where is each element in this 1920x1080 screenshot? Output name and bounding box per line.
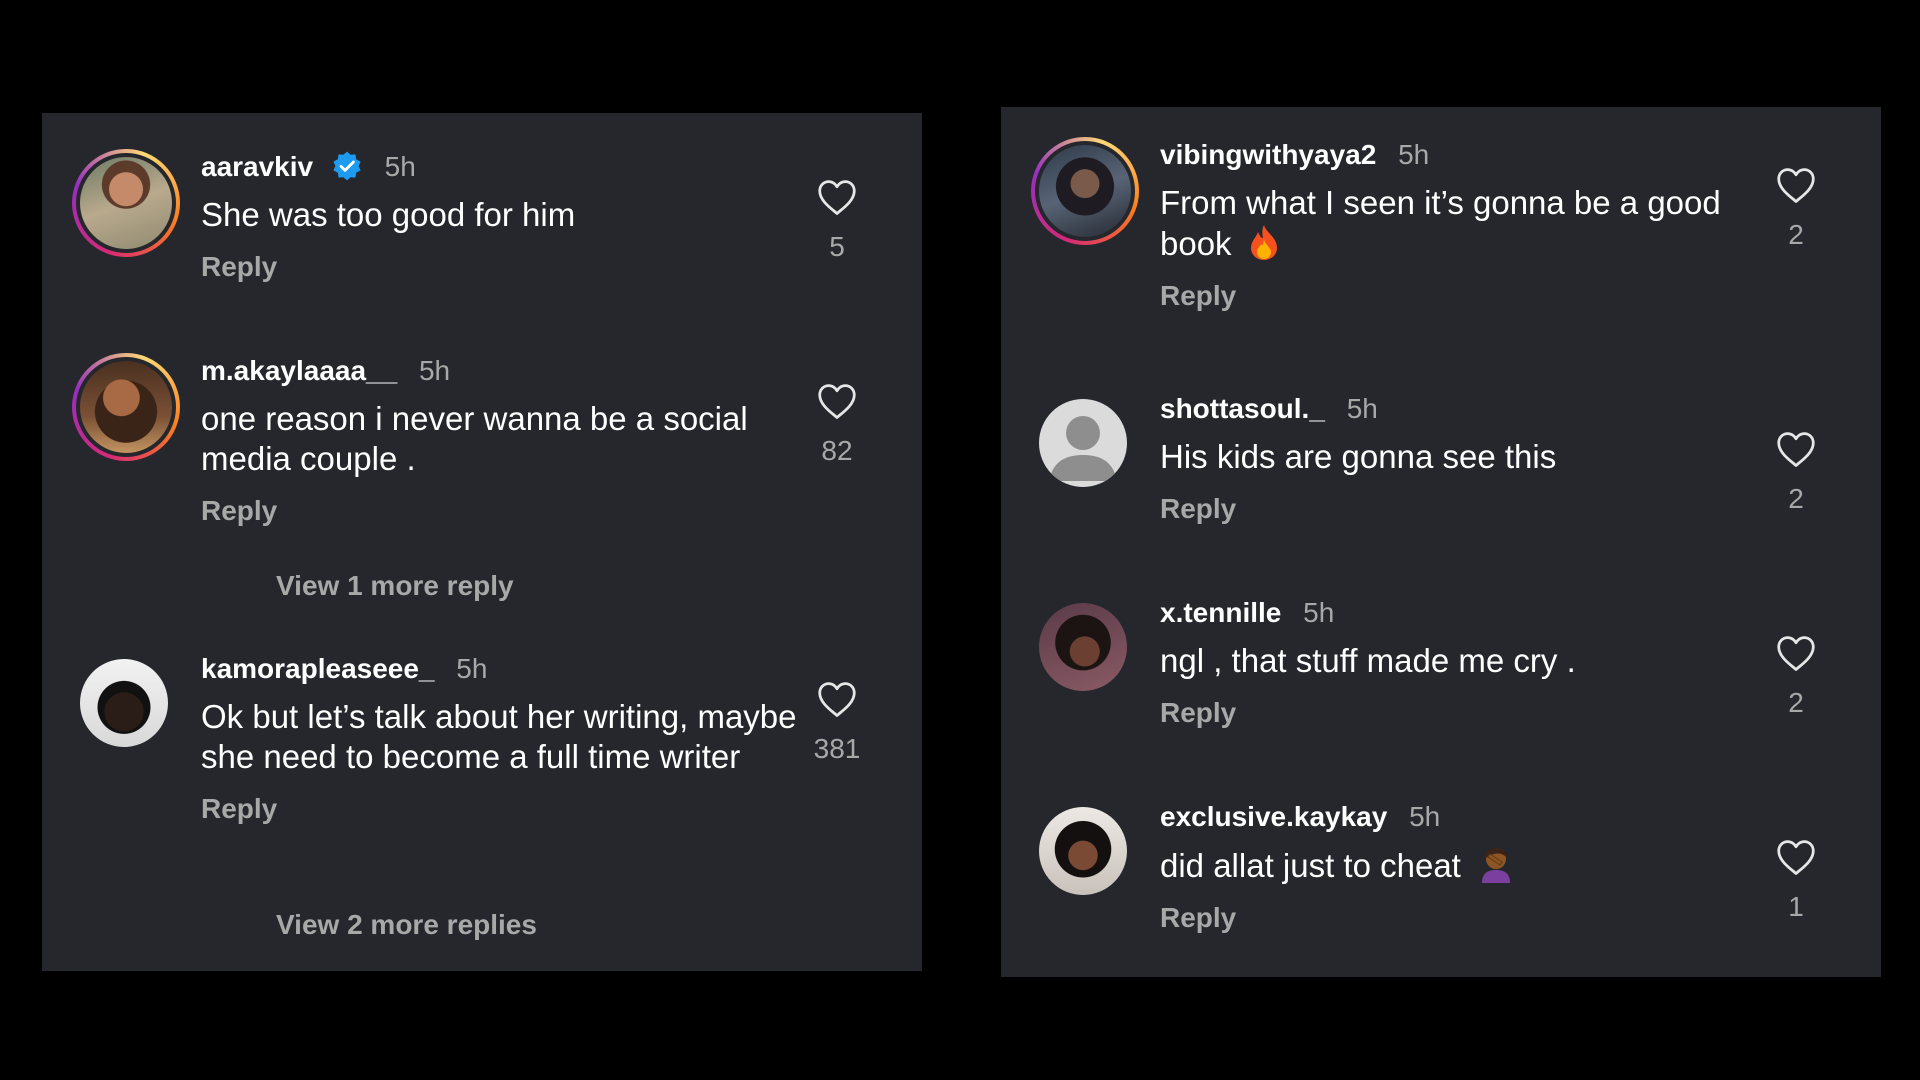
like-count: 82: [821, 435, 853, 466]
reply-button[interactable]: Reply: [201, 493, 277, 529]
like-control: 2: [1761, 635, 1831, 719]
username[interactable]: m.akaylaaaa__: [201, 355, 397, 386]
comment-text: She was too good for him: [201, 196, 576, 233]
comment-body: x.tennille 5h ngl , that stuff made me c…: [1160, 595, 1760, 731]
fire-emoji: [1250, 225, 1277, 260]
verified-badge-icon: [333, 151, 361, 181]
avatar[interactable]: [72, 149, 180, 257]
comment-time: 5h: [418, 355, 451, 386]
screenshot-stage: aaravkiv 5h She was too good for him Rep…: [0, 0, 1920, 1080]
reply-button[interactable]: Reply: [1160, 491, 1236, 527]
like-count: 381: [813, 733, 861, 764]
avatar[interactable]: [1039, 603, 1127, 691]
like-count: 2: [1788, 687, 1804, 718]
facepalm-emoji: [1482, 848, 1511, 883]
like-control: 2: [1761, 431, 1831, 515]
comment-text: ngl , that stuff made me cry .: [1160, 642, 1576, 679]
username[interactable]: shottasoul._: [1160, 393, 1325, 424]
comment-time: 5h: [456, 653, 488, 684]
comment-time: 5h: [384, 151, 416, 182]
comment-time: 5h: [1398, 139, 1430, 170]
comment-body: m.akaylaaaa__ 5h one reason i never wann…: [201, 353, 801, 529]
reply-button[interactable]: Reply: [1160, 900, 1236, 936]
heart-outline-icon[interactable]: [1775, 431, 1817, 469]
reply-button[interactable]: Reply: [1160, 695, 1236, 731]
comment-meta: exclusive.kaykay 5h: [1160, 799, 1760, 835]
avatar[interactable]: [72, 353, 180, 461]
comment-time: 5h: [1303, 597, 1335, 628]
comment-text: one reason i never wanna be a social med…: [201, 400, 748, 477]
comment-body: vibingwithyaya2 5h From what I seen it’s…: [1160, 137, 1760, 314]
comment-text: Ok but let’s talk about her writing, may…: [201, 698, 797, 775]
like-control: 2: [1761, 167, 1831, 251]
comment-time: 5h: [1346, 393, 1378, 424]
comment-body: aaravkiv 5h She was too good for him Rep…: [201, 149, 801, 285]
comment-meta: shottasoul._ 5h: [1160, 391, 1760, 427]
username[interactable]: aaravkiv: [201, 151, 313, 182]
comment-meta: kamorapleaseee_ 5h: [201, 651, 801, 687]
like-count: 1: [1788, 891, 1804, 922]
like-count: 2: [1788, 483, 1804, 514]
heart-outline-icon[interactable]: [816, 383, 858, 421]
default-avatar-icon[interactable]: [1039, 399, 1127, 487]
comment-text: From what I seen it’s gonna be a good bo…: [1160, 183, 1760, 264]
like-count: 2: [1788, 219, 1804, 250]
like-control: 381: [802, 681, 872, 765]
reply-button[interactable]: Reply: [201, 791, 277, 827]
username[interactable]: exclusive.kaykay: [1160, 801, 1387, 832]
comment-time: 5h: [1409, 801, 1441, 832]
view-more-replies-button[interactable]: View 2 more replies: [276, 909, 537, 941]
comment-text-content: From what I seen it’s gonna be a good bo…: [1160, 184, 1721, 262]
like-control: 1: [1761, 839, 1831, 923]
comment-text: did allat just to cheat: [1160, 845, 1760, 886]
comment-meta: x.tennille 5h: [1160, 595, 1760, 631]
avatar[interactable]: [1039, 807, 1127, 895]
heart-outline-icon[interactable]: [1775, 635, 1817, 673]
username[interactable]: x.tennille: [1160, 597, 1281, 628]
like-control: 82: [802, 383, 872, 467]
like-count: 5: [829, 231, 845, 262]
comments-panel-right: vibingwithyaya2 5h From what I seen it’s…: [1001, 107, 1881, 977]
comment-body: exclusive.kaykay 5h did allat just to ch…: [1160, 799, 1760, 936]
view-more-replies-button[interactable]: View 1 more reply: [276, 570, 514, 602]
username[interactable]: kamorapleaseee_: [201, 653, 435, 684]
reply-button[interactable]: Reply: [201, 249, 277, 285]
comments-panel-left: aaravkiv 5h She was too good for him Rep…: [42, 113, 922, 971]
heart-outline-icon[interactable]: [1775, 167, 1817, 205]
comment-body: shottasoul._ 5h His kids are gonna see t…: [1160, 391, 1760, 527]
avatar[interactable]: [80, 659, 168, 747]
heart-outline-icon[interactable]: [816, 681, 858, 719]
comment-meta: vibingwithyaya2 5h: [1160, 137, 1760, 173]
reply-button[interactable]: Reply: [1160, 278, 1236, 314]
comment-text-content: did allat just to cheat: [1160, 847, 1461, 884]
like-control: 5: [802, 179, 872, 263]
comment-text: His kids are gonna see this: [1160, 438, 1557, 475]
comment-body: kamorapleaseee_ 5h Ok but let’s talk abo…: [201, 651, 801, 827]
heart-outline-icon[interactable]: [1775, 839, 1817, 877]
comment-meta: aaravkiv 5h: [201, 149, 801, 185]
comment-meta: m.akaylaaaa__ 5h: [201, 353, 801, 389]
heart-outline-icon[interactable]: [816, 179, 858, 217]
avatar[interactable]: [1031, 137, 1139, 245]
username[interactable]: vibingwithyaya2: [1160, 139, 1376, 170]
